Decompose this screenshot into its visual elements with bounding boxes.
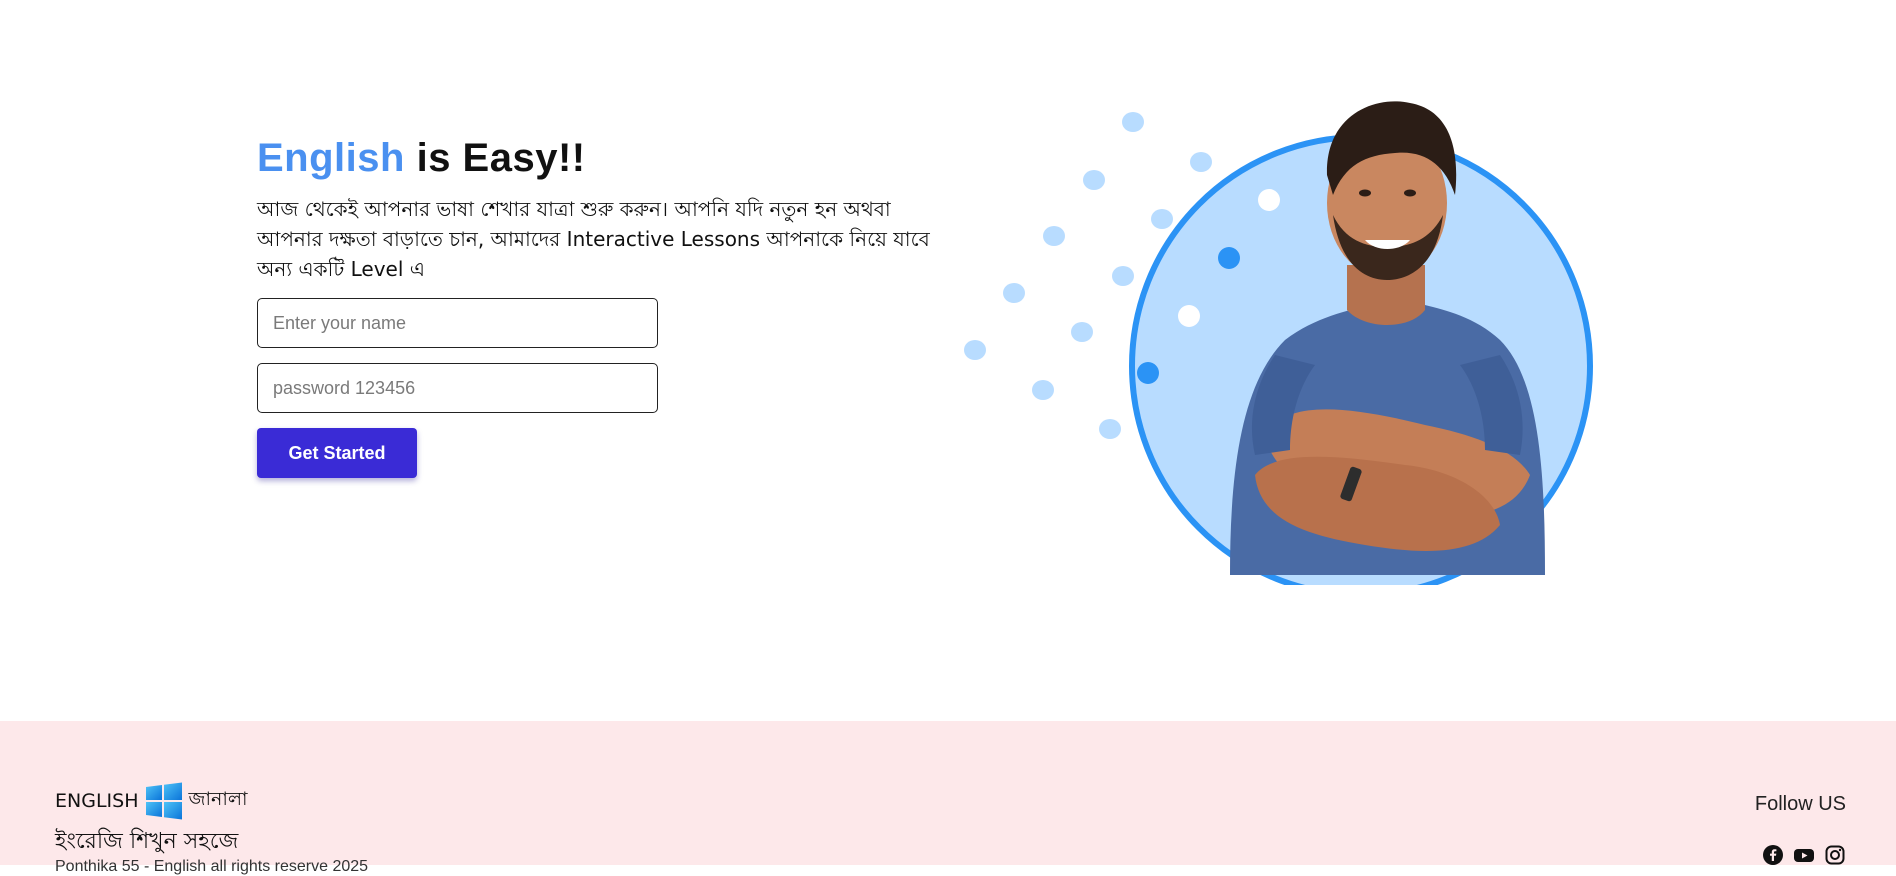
windows-logo-icon bbox=[146, 782, 183, 820]
hero-headline: English is Easy!! bbox=[257, 132, 957, 184]
site-footer: ENGLISH জানালা ইংরেজি শিখুন সহজে Ponthik… bbox=[0, 721, 1896, 875]
headline-rest: is Easy!! bbox=[416, 136, 586, 180]
facebook-icon[interactable] bbox=[1763, 845, 1783, 865]
hero-content: English is Easy!! আজ থেকেই আপনার ভাষা শে… bbox=[257, 132, 957, 478]
portrait-circle bbox=[1129, 101, 1593, 585]
social-links bbox=[1763, 845, 1845, 865]
instagram-icon[interactable] bbox=[1825, 845, 1845, 865]
password-input[interactable] bbox=[257, 363, 658, 413]
headline-accent-word: English bbox=[257, 136, 405, 180]
get-started-button[interactable]: Get Started bbox=[257, 428, 417, 478]
brand-suffix: জানালা bbox=[188, 788, 248, 810]
follow-us-label: Follow US bbox=[1754, 793, 1846, 815]
footer-copyright: Ponthika 55 - English all rights reserve… bbox=[55, 858, 369, 875]
footer-brand[interactable]: ENGLISH জানালা bbox=[55, 781, 248, 821]
name-input[interactable] bbox=[257, 298, 658, 348]
hero-lead-text: আজ থেকেই আপনার ভাষা শেখার যাত্রা শুরু কর… bbox=[257, 197, 930, 281]
footer-tagline: ইংরেজি শিখুন সহজে bbox=[55, 829, 239, 854]
hero-section: English is Easy!! আজ থেকেই আপনার ভাষা শে… bbox=[0, 0, 1896, 720]
brand-prefix: ENGLISH bbox=[55, 790, 139, 812]
youtube-icon[interactable] bbox=[1794, 845, 1814, 865]
hero-illustration bbox=[955, 55, 1605, 585]
